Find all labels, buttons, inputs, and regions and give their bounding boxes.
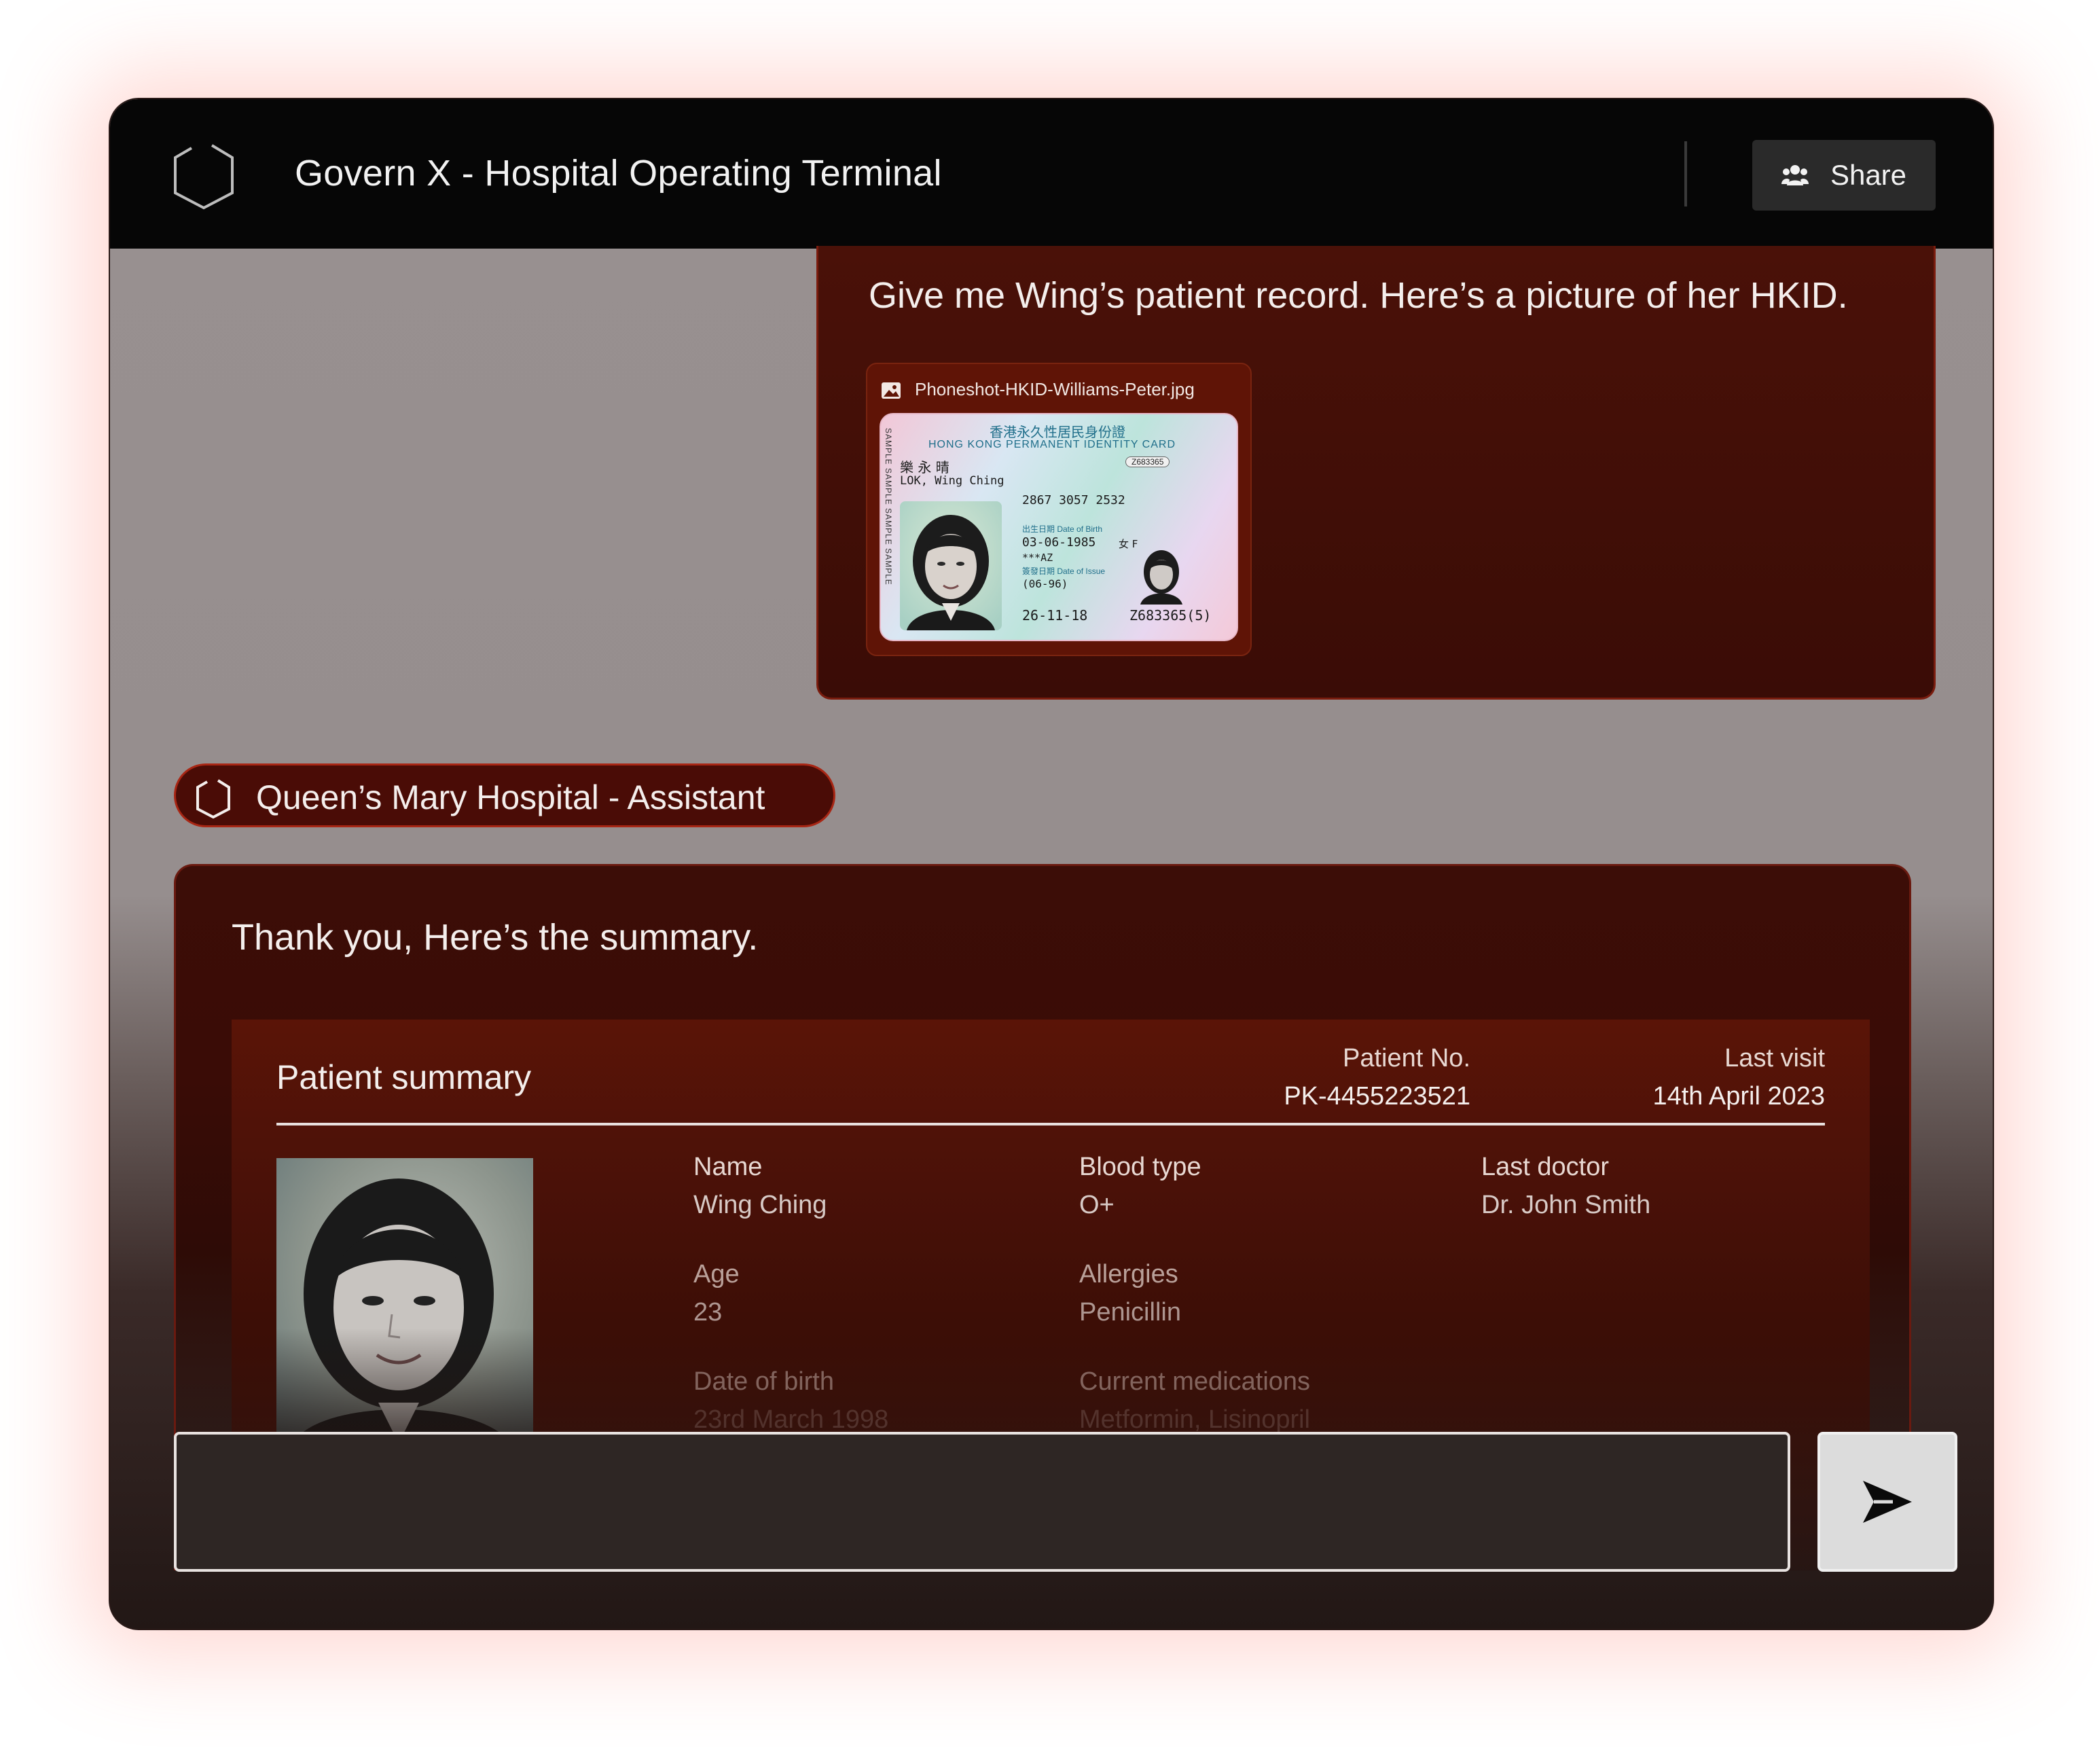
- image-icon: [882, 382, 901, 399]
- assistant-badge: Queen’s Mary Hospital - Assistant: [174, 763, 835, 827]
- hkid-issue-label: 簽發日期 Date of Issue: [1022, 566, 1106, 576]
- allergies-value: Penicillin: [1079, 1298, 1181, 1327]
- patient-photo: [276, 1158, 533, 1450]
- summary-title: Patient summary: [276, 1058, 532, 1096]
- image-attachment[interactable]: Phoneshot-HKID-Williams-Peter.jpg SAMPLE…: [866, 363, 1252, 656]
- share-button[interactable]: Share: [1752, 140, 1936, 211]
- app-title: Govern X - Hospital Operating Terminal: [295, 153, 942, 194]
- dob-label: Date of birth: [693, 1367, 834, 1396]
- hkid-photo-small: [1138, 545, 1185, 605]
- hkid-issue-prev: (06-96): [1022, 577, 1068, 590]
- hkid-name-en: LOK, Wing Ching: [900, 474, 1004, 488]
- allergies-label: Allergies: [1079, 1260, 1178, 1289]
- user-message-text: Give me Wing’s patient record. Here’s a …: [869, 275, 1848, 316]
- dob-value: 23rd March 1998: [693, 1405, 889, 1434]
- summary-divider: [276, 1123, 1825, 1125]
- hkid-sex: 女 F: [1119, 538, 1138, 550]
- age-value: 23: [693, 1298, 723, 1327]
- hkid-issue-date: 26-11-18: [1022, 607, 1088, 624]
- hkid-name-cn: 樂 永 晴: [900, 459, 949, 475]
- blood-type-label: Blood type: [1079, 1153, 1201, 1181]
- message-input[interactable]: [174, 1432, 1790, 1572]
- medications-label: Current medications: [1079, 1367, 1311, 1396]
- attachment-filename: Phoneshot-HKID-Williams-Peter.jpg: [915, 379, 1195, 399]
- patient-no-label: Patient No.: [1343, 1044, 1470, 1073]
- send-button[interactable]: [1817, 1432, 1957, 1572]
- hkid-photo: [900, 501, 1002, 630]
- app-window: Govern X - Hospital Operating Terminal S…: [109, 98, 1994, 1630]
- hkid-card-image: SAMPLE SAMPLE SAMPLE SAMPLE 香港永久性居民身份證 H…: [880, 413, 1238, 641]
- header-divider: [1684, 141, 1687, 206]
- hkid-dob: 03-06-1985: [1022, 535, 1096, 550]
- top-bar: Govern X - Hospital Operating Terminal S…: [110, 99, 1993, 249]
- users-icon: [1781, 165, 1809, 185]
- name-label: Name: [693, 1153, 763, 1181]
- hkid-dob-label: 出生日期 Date of Birth: [1022, 524, 1103, 534]
- last-doctor-value: Dr. John Smith: [1481, 1191, 1651, 1219]
- medications-value: Metformin, Lisinopril: [1079, 1405, 1310, 1434]
- hkid-symbols: ***AZ: [1022, 552, 1053, 564]
- share-label: Share: [1830, 159, 1907, 191]
- hexagon-assistant-icon: [196, 779, 230, 818]
- age-label: Age: [693, 1260, 740, 1289]
- hexagon-logo-icon: [174, 144, 234, 210]
- blood-type-value: O+: [1079, 1191, 1115, 1219]
- hkid-serial: Z683365: [1125, 456, 1170, 467]
- hkid-title-en: HONG KONG PERMANENT IDENTITY CARD: [928, 439, 1176, 450]
- assistant-name: Queen’s Mary Hospital - Assistant: [256, 778, 765, 816]
- name-value: Wing Ching: [693, 1191, 827, 1219]
- patient-no-value: PK-4455223521: [1284, 1082, 1470, 1111]
- hkid-id-number: Z683365(5): [1129, 607, 1212, 624]
- last-visit-value: 14th April 2023: [1652, 1082, 1825, 1111]
- user-message: Give me Wing’s patient record. Here’s a …: [816, 246, 1936, 700]
- hkid-side-text: SAMPLE SAMPLE SAMPLE SAMPLE: [884, 428, 893, 586]
- send-icon: [1863, 1481, 1912, 1523]
- hkid-title-cn: 香港永久性居民身份證: [990, 424, 1125, 440]
- hkid-ccc: 2867 3057 2532: [1022, 493, 1125, 507]
- last-visit-label: Last visit: [1724, 1044, 1825, 1073]
- last-doctor-label: Last doctor: [1481, 1153, 1609, 1181]
- assistant-reply-text: Thank you, Here’s the summary.: [232, 917, 759, 958]
